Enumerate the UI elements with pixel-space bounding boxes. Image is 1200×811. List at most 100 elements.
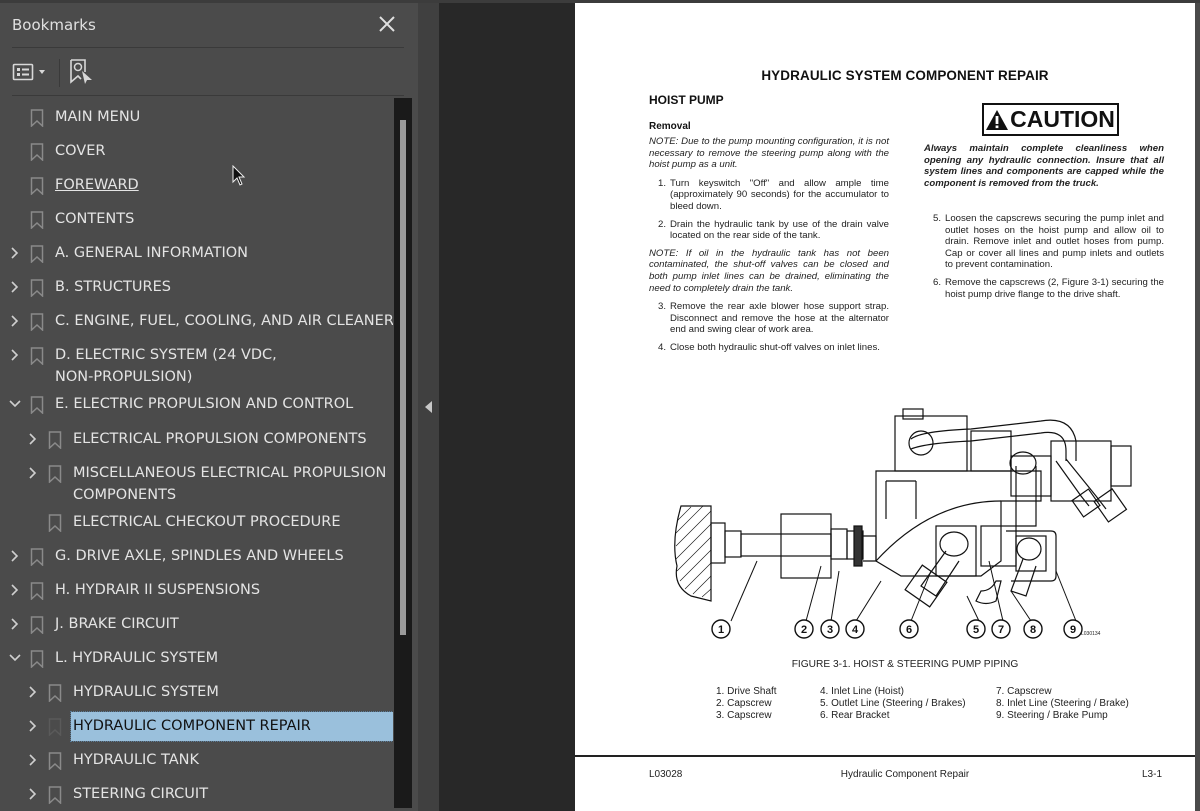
chevron-right-icon[interactable] xyxy=(8,344,22,366)
figure-callout: 2 xyxy=(794,619,814,639)
bookmark-label[interactable]: E. ELECTRIC PROPULSION AND CONTROL xyxy=(53,393,355,415)
bookmark-icon xyxy=(30,650,44,669)
list-options-icon xyxy=(12,63,45,81)
panel-title: Bookmarks xyxy=(12,16,96,34)
bookmark-icon xyxy=(48,752,62,771)
mouse-cursor-icon xyxy=(232,165,246,186)
legend-entry: 9. Steering / Brake Pump xyxy=(996,710,1108,722)
figure-legend-col-1: 1. Drive Shaft 2. Capscrew 3. Capscrew xyxy=(716,686,777,723)
chevron-right-icon[interactable] xyxy=(26,681,40,703)
bookmark-icon xyxy=(48,684,62,703)
collapse-left-arrow-icon[interactable] xyxy=(425,400,433,413)
bookmark-label[interactable]: B. STRUCTURES xyxy=(53,276,173,298)
bookmark-icon xyxy=(48,514,62,533)
figure-callout: 9 xyxy=(1063,619,1083,639)
bookmark-label[interactable]: HYDRAULIC TANK xyxy=(71,749,201,771)
chevron-right-icon[interactable] xyxy=(8,310,22,332)
bookmark-label[interactable]: HYDRAULIC SYSTEM xyxy=(71,681,221,703)
options-dropdown-button[interactable] xyxy=(12,61,50,83)
left-column: NOTE: Due to the pump mounting configura… xyxy=(649,136,889,360)
callout-number: 1 xyxy=(718,624,724,636)
bookmark-label[interactable]: D. ELECTRIC SYSTEM (24 VDC, NON-PROPULSI… xyxy=(53,344,283,388)
callout-number: 4 xyxy=(852,624,859,636)
caution-banner: CAUTION xyxy=(982,103,1119,136)
figure-hoist-steering-pump-piping: 1 2 3 4 6 5 7 8 9 L030134 xyxy=(674,408,1132,639)
chevron-right-icon[interactable] xyxy=(8,579,22,601)
bookmark-label[interactable]: FOREWARD xyxy=(53,174,141,196)
bookmark-icon xyxy=(30,582,44,601)
chevron-right-icon[interactable] xyxy=(26,749,40,771)
bookmark-label[interactable]: H. HYDRAIR II SUSPENSIONS xyxy=(53,579,262,601)
step-text: Loosen the capscrews securing the pump i… xyxy=(945,213,1164,271)
step-text: Close both hydraulic shut-off valves on … xyxy=(670,341,880,353)
chevron-down-icon[interactable] xyxy=(8,647,22,669)
legend-entry: 4. Inlet Line (Hoist) xyxy=(820,686,904,697)
chevron-right-icon[interactable] xyxy=(8,545,22,567)
step-number: 5. xyxy=(933,213,942,224)
scrollbar-thumb[interactable] xyxy=(400,120,406,635)
chevron-right-icon[interactable] xyxy=(8,613,22,635)
step-item: 6. Remove the capscrews (2, Figure 3-1) s… xyxy=(924,277,1164,300)
steps-list: 5. Loosen the capscrews securing the pump… xyxy=(924,213,1164,300)
figure-callout: 6 xyxy=(899,619,919,639)
bookmark-icon xyxy=(48,431,62,450)
right-column: 5. Loosen the capscrews securing the pump… xyxy=(924,213,1164,306)
legend-entry: 7. Capscrew xyxy=(996,686,1052,697)
bookmark-label[interactable]: STEERING CIRCUIT xyxy=(71,783,210,805)
subheading: Removal xyxy=(649,121,691,132)
bookmark-icon xyxy=(30,211,44,230)
chevron-right-icon[interactable] xyxy=(26,462,40,484)
toolbar-separator xyxy=(59,59,60,87)
chevron-right-icon[interactable] xyxy=(26,783,40,805)
footer-rule xyxy=(575,755,1195,757)
chevron-down-icon[interactable] xyxy=(8,393,22,415)
bookmark-label[interactable]: C. ENGINE, FUEL, COOLING, AND AIR CLEANE… xyxy=(53,310,393,332)
chevron-right-icon[interactable] xyxy=(26,715,40,737)
steps-list: 3. Remove the rear axle blower hose suppo… xyxy=(649,301,889,353)
callout-number: 5 xyxy=(973,624,979,636)
bookmark-icon xyxy=(30,616,44,635)
callout-number: 2 xyxy=(801,624,807,636)
footer-section-name: Hydraulic Component Repair xyxy=(840,769,970,780)
divider xyxy=(12,95,404,96)
chevron-right-icon[interactable] xyxy=(8,276,22,298)
bookmark-label[interactable]: ELECTRICAL PROPULSION COMPONENTS xyxy=(71,428,369,450)
legend-entry: 2. Capscrew xyxy=(716,698,772,710)
bookmark-label[interactable]: J. BRAKE CIRCUIT xyxy=(53,613,181,635)
bookmark-label[interactable]: CONTENTS xyxy=(53,208,136,230)
page-right-edge xyxy=(1195,3,1200,811)
step-number: 1. xyxy=(658,177,667,189)
step-item: 2. Drain the hydraulic tank by use of the… xyxy=(649,219,889,242)
bookmark-label[interactable]: HYDRAULIC COMPONENT REPAIR xyxy=(70,711,393,742)
bookmark-label[interactable]: ELECTRICAL CHECKOUT PROCEDURE xyxy=(71,511,343,533)
bookmark-icon xyxy=(30,279,44,298)
bookmark-icon xyxy=(30,313,44,332)
find-current-bookmark-button[interactable] xyxy=(68,58,94,86)
bookmark-label[interactable]: MISCELLANEOUS ELECTRICAL PROPULSION COMP… xyxy=(71,462,391,506)
step-item: 5. Loosen the capscrews securing the pump… xyxy=(924,213,1164,271)
bookmark-icon xyxy=(48,465,62,484)
bookmark-icon xyxy=(30,245,44,264)
legend-entry: 1. Drive Shaft xyxy=(716,686,777,697)
legend-entry: 8. Inlet Line (Steering / Brake) xyxy=(996,698,1129,710)
figure-legend-col-3: 7. Capscrew 8. Inlet Line (Steering / Bra… xyxy=(996,686,1129,723)
bookmark-label[interactable]: G. DRIVE AXLE, SPINDLES AND WHEELS xyxy=(53,545,346,567)
bookmark-label[interactable]: A. GENERAL INFORMATION xyxy=(53,242,250,264)
step-number: 6. xyxy=(933,276,942,288)
callout-number: 3 xyxy=(827,624,833,636)
caution-label: CAUTION xyxy=(1010,106,1115,132)
callout-number: 7 xyxy=(998,624,1004,636)
note-text: NOTE: If oil in the hydraulic tank has n… xyxy=(649,247,889,294)
figure-callout: 7 xyxy=(991,619,1011,639)
step-text: Drain the hydraulic tank by use of the d… xyxy=(670,218,889,242)
chevron-right-icon[interactable] xyxy=(8,242,22,264)
chevron-right-icon[interactable] xyxy=(26,428,40,450)
figure-caption: FIGURE 3-1. HOIST & STEERING PUMP PIPING xyxy=(791,659,1019,670)
bookmark-label[interactable]: MAIN MENU xyxy=(53,106,142,128)
close-icon[interactable] xyxy=(376,13,398,35)
bookmarks-tree: MAIN MENU COVER FOREWARD CONTENTS A. GENERAL… xyxy=(0,98,393,808)
legend-entry: 6. Rear Bracket xyxy=(820,710,890,722)
step-number: 4. xyxy=(658,341,667,353)
bookmark-label[interactable]: COVER xyxy=(53,140,107,162)
bookmark-label[interactable]: L. HYDRAULIC SYSTEM xyxy=(53,647,220,669)
